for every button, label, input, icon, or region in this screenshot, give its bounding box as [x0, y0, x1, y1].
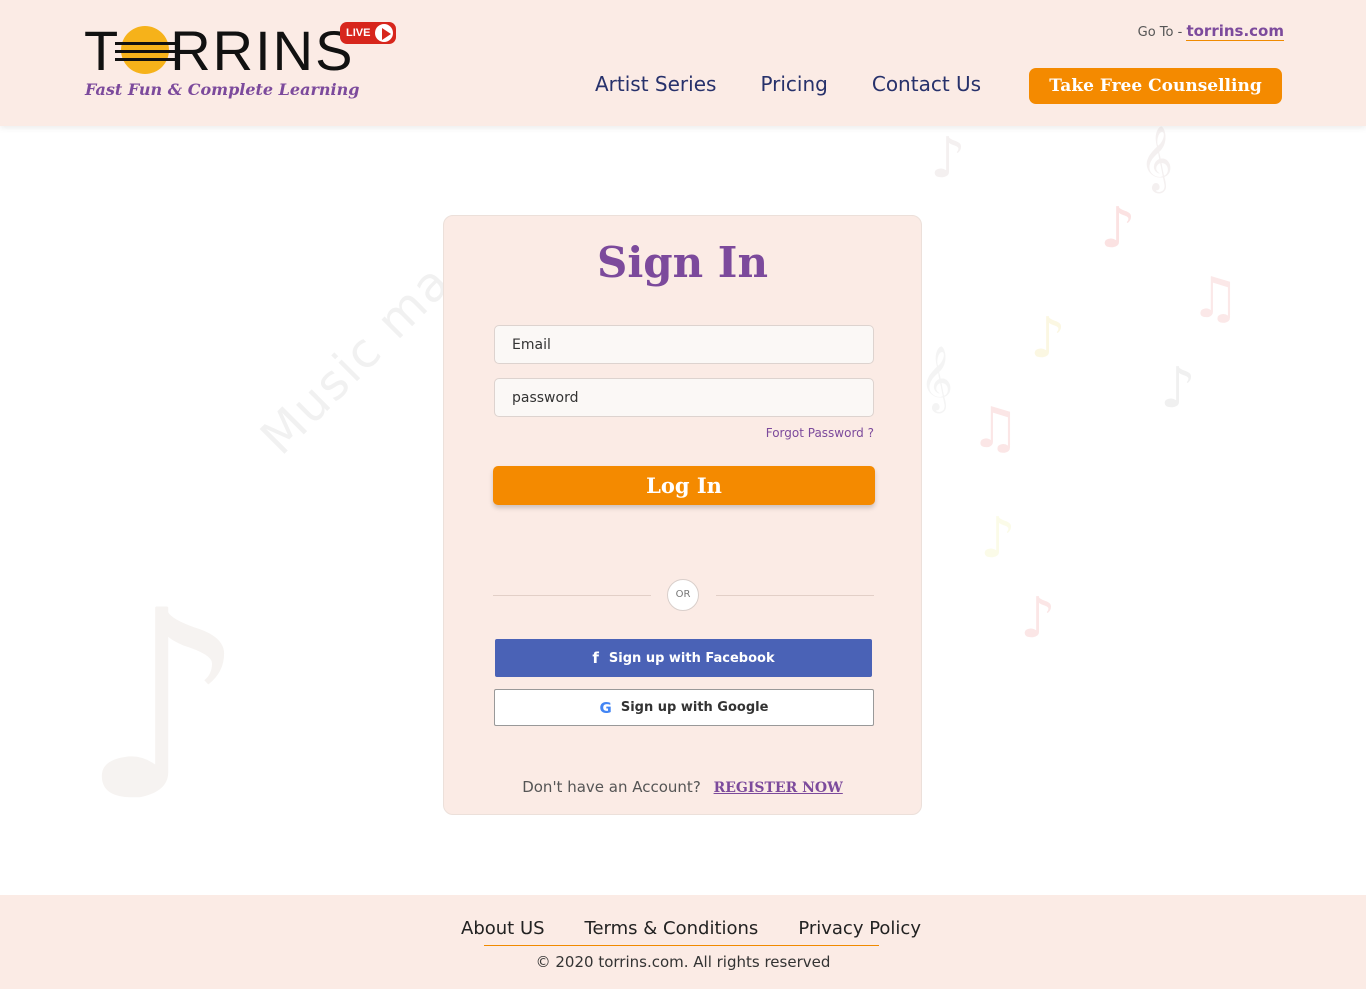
music-note-icon: ♪: [1160, 356, 1196, 421]
free-counselling-button[interactable]: Take Free Counselling: [1029, 68, 1282, 104]
nav-item-artist-series[interactable]: Artist Series: [595, 72, 716, 96]
google-icon: G: [599, 698, 612, 717]
google-signup-button[interactable]: G Sign up with Google: [494, 689, 874, 726]
mascot-illustration-icon: ♪: [80, 556, 246, 858]
password-field[interactable]: [494, 378, 874, 417]
goto-prefix: Go To -: [1137, 25, 1187, 40]
divider-right: [716, 595, 874, 596]
footer-link-about[interactable]: About US: [461, 918, 545, 939]
email-field[interactable]: [494, 325, 874, 364]
goto-link[interactable]: torrins.com: [1186, 22, 1284, 41]
music-note-icon: ♪: [980, 506, 1016, 571]
main-nav: Artist Series Pricing Contact Us: [595, 72, 981, 96]
site-footer: About US Terms & Conditions Privacy Poli…: [0, 895, 1366, 989]
logo-wordmark: T RRINS: [84, 19, 355, 82]
google-signup-label: Sign up with Google: [620, 700, 769, 715]
facebook-signup-label: Sign up with Facebook: [608, 650, 775, 666]
music-note-icon: ♪: [1020, 586, 1056, 651]
treble-clef-icon: 𝄞: [920, 346, 954, 411]
footer-link-privacy[interactable]: Privacy Policy: [798, 918, 921, 939]
footer-links: About US Terms & Conditions Privacy Poli…: [461, 918, 921, 939]
divider-left: [493, 595, 651, 596]
register-prompt: Don't have an Account?: [522, 778, 701, 796]
music-note-icon: ♪: [930, 126, 966, 191]
music-note-icon: ♫: [970, 396, 1021, 461]
treble-clef-icon: 𝄞: [1140, 126, 1174, 191]
footer-link-terms[interactable]: Terms & Conditions: [585, 918, 759, 939]
play-icon: [374, 23, 395, 43]
or-separator: OR: [667, 579, 699, 611]
facebook-icon: f: [592, 649, 599, 667]
register-row: Don't have an Account? REGISTER NOW: [444, 778, 921, 796]
live-badge-label: LIVE: [346, 27, 371, 39]
music-note-icon: ♪: [1030, 306, 1066, 371]
nav-item-pricing[interactable]: Pricing: [760, 72, 827, 96]
forgot-password-link[interactable]: Forgot Password ?: [766, 426, 874, 440]
torrins-logo[interactable]: T RRINS Fast Fun & Complete Learning LIVE: [84, 22, 404, 107]
login-button[interactable]: Log In: [493, 466, 875, 505]
background-watermark: Music ma: [250, 253, 463, 466]
register-now-link[interactable]: REGISTER NOW: [714, 780, 843, 796]
logo-o-icon: [115, 26, 176, 74]
music-note-icon: ♪: [1100, 196, 1136, 261]
nav-item-contact-us[interactable]: Contact Us: [872, 72, 981, 96]
goto-row: Go To - torrins.com: [1137, 22, 1284, 41]
signin-title: Sign In: [597, 238, 768, 287]
facebook-signup-button[interactable]: f Sign up with Facebook: [495, 639, 872, 677]
logo-tagline: Fast Fun & Complete Learning: [85, 80, 360, 99]
copyright-text: © 2020 torrins.com. All rights reserved: [535, 953, 831, 971]
live-badge[interactable]: LIVE: [340, 22, 397, 44]
signin-card: Sign In Forgot Password ? Log In OR f Si…: [443, 215, 922, 815]
music-note-icon: ♫: [1190, 266, 1241, 331]
footer-divider: [484, 945, 879, 946]
site-header: T RRINS Fast Fun & Complete Learning LIVE…: [0, 0, 1366, 126]
